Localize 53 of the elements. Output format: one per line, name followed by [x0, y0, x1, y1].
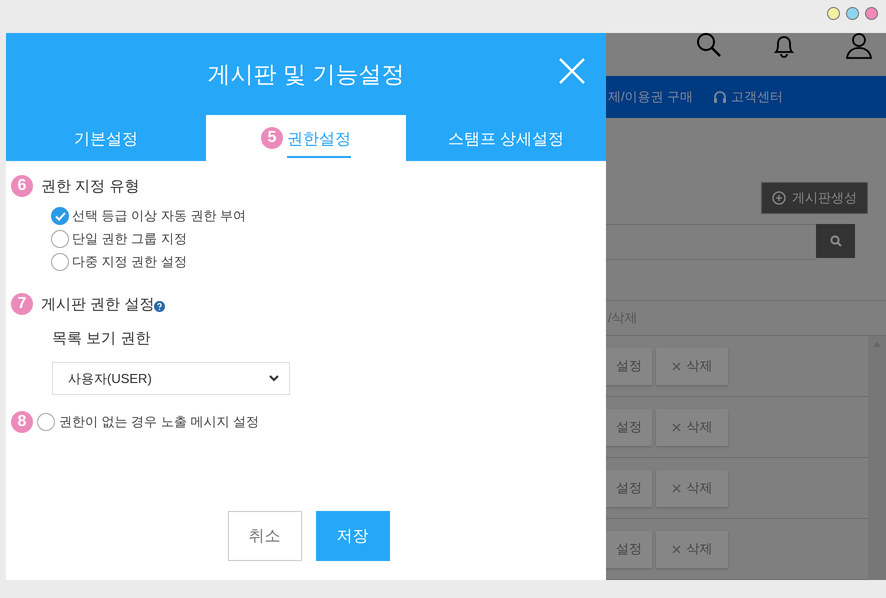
window-control-icon[interactable]: [846, 7, 859, 20]
nav-link[interactable]: 제/이용권 구매: [608, 88, 694, 106]
step-badge: 8: [11, 411, 33, 433]
help-icon[interactable]: [154, 300, 166, 312]
bell-icon[interactable]: [772, 33, 796, 59]
check-icon: [54, 212, 66, 220]
radio-button[interactable]: [51, 230, 69, 248]
window-control-icon[interactable]: [827, 7, 840, 20]
close-button[interactable]: [558, 57, 586, 85]
delete-button[interactable]: 삭제: [656, 470, 728, 506]
close-icon: [672, 422, 680, 432]
option-label: 선택 등급 이상 자동 권한 부여: [72, 207, 246, 225]
search-button[interactable]: [816, 224, 855, 258]
window-control-icon[interactable]: [865, 7, 878, 20]
tab[interactable]: 기본설정: [6, 115, 206, 161]
option-label: 권한이 없는 경우 노출 메시지 설정: [59, 413, 260, 431]
radio-button[interactable]: [51, 253, 69, 271]
nav-link[interactable]: 고객센터: [731, 88, 784, 106]
option-label: 단일 권한 그룹 지정: [72, 230, 187, 248]
step-badge: 7: [11, 293, 33, 315]
create-board-button[interactable]: 게시판생성: [761, 182, 868, 214]
settings-button[interactable]: 설정: [606, 408, 652, 446]
close-icon: [672, 362, 680, 370]
scrollbar[interactable]: [868, 336, 886, 580]
delete-button[interactable]: 삭제: [656, 348, 728, 384]
headset-icon: [713, 90, 728, 104]
cancel-button[interactable]: 취소: [228, 511, 302, 561]
field-label: 목록 보기 권한: [52, 329, 152, 348]
delete-button[interactable]: 삭제: [656, 530, 728, 568]
close-icon: [672, 544, 680, 554]
delete-button[interactable]: 삭제: [656, 408, 728, 446]
plus-icon: [772, 191, 786, 206]
save-button[interactable]: 저장: [316, 511, 390, 561]
user-icon[interactable]: [846, 33, 872, 59]
close-icon: [672, 484, 680, 492]
radio-button[interactable]: [51, 207, 69, 225]
tab[interactable]: 5 권한설정: [206, 115, 406, 161]
settings-button[interactable]: 설정: [606, 530, 652, 568]
section-title: 권한 지정 유형: [41, 176, 140, 196]
dialog-title: 게시판 및 기능설정: [208, 60, 404, 88]
step-badge: 5: [261, 127, 283, 149]
settings-button[interactable]: 설정: [606, 470, 652, 506]
option-label: 다중 지정 권한 설정: [72, 253, 187, 271]
step-badge: 6: [11, 175, 33, 197]
search-icon: [830, 235, 842, 248]
tab[interactable]: 스탬프 상세설정: [406, 115, 606, 161]
section-title: 게시판 권한 설정: [41, 294, 154, 314]
permission-select[interactable]: 사용자(USER): [52, 362, 290, 395]
search-field[interactable]: [606, 224, 816, 260]
chevron-down-icon: [269, 375, 279, 382]
checkbox[interactable]: [37, 413, 55, 431]
search-icon[interactable]: [696, 33, 722, 59]
settings-button[interactable]: 설정: [606, 348, 652, 384]
